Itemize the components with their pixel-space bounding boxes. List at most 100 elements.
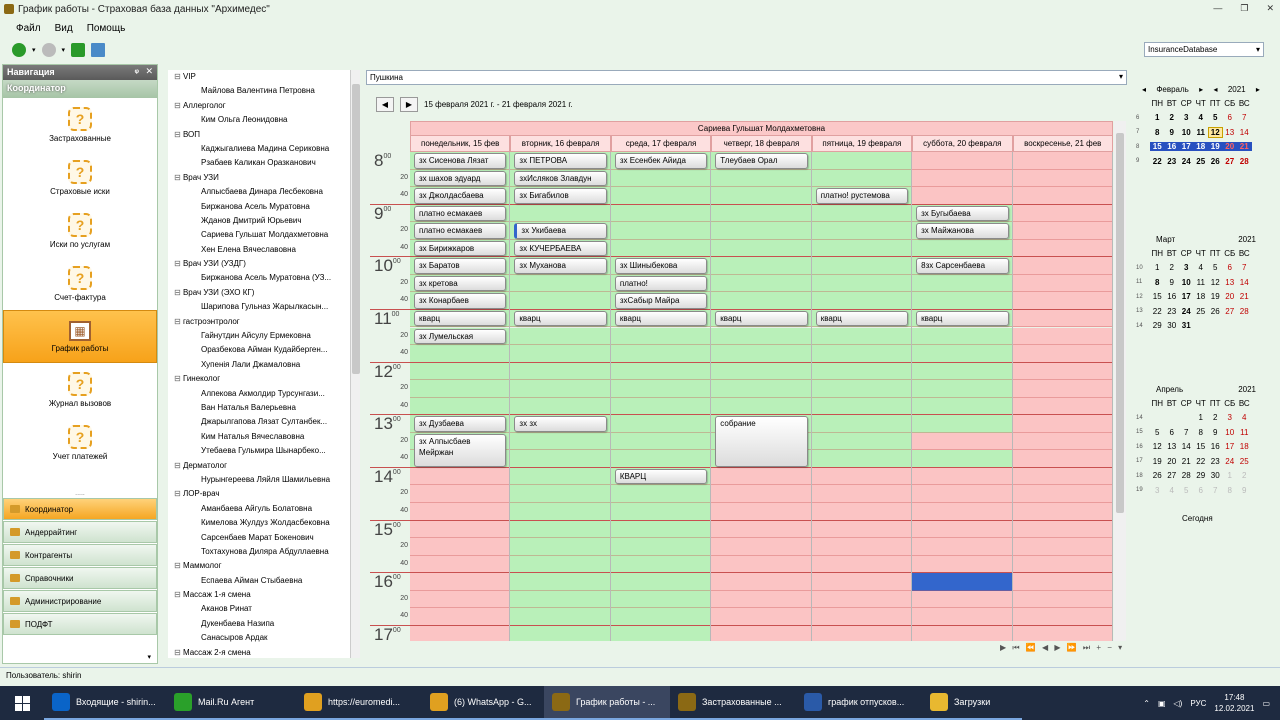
time-slot[interactable] bbox=[510, 608, 610, 626]
time-slot[interactable] bbox=[912, 520, 1012, 539]
tree-doctor[interactable]: Алпекова Акмолдир Турсунгази... bbox=[168, 387, 350, 401]
time-slot[interactable] bbox=[711, 625, 811, 641]
chevron-down-icon[interactable]: ▾ bbox=[147, 653, 151, 661]
time-slot[interactable] bbox=[1012, 169, 1112, 188]
minimize-icon[interactable]: — bbox=[1213, 3, 1222, 14]
time-slot[interactable] bbox=[1012, 467, 1112, 486]
time-slot[interactable] bbox=[711, 467, 811, 486]
time-slot[interactable] bbox=[1012, 573, 1112, 591]
tree-group[interactable]: Дерматолог bbox=[168, 459, 350, 473]
schedule-scrollbar[interactable] bbox=[1114, 121, 1126, 641]
tree-doctor[interactable]: Ким Ольга Леонидовна bbox=[168, 113, 350, 127]
taskbar-app[interactable]: Застрахованные ... bbox=[670, 686, 796, 720]
time-slot[interactable] bbox=[711, 380, 811, 398]
time-slot[interactable] bbox=[912, 625, 1012, 641]
appointment[interactable]: зх Баратов bbox=[414, 258, 507, 274]
time-slot[interactable] bbox=[811, 204, 912, 223]
time-slot[interactable] bbox=[811, 625, 912, 641]
calendar-day[interactable]: 18 bbox=[1193, 142, 1208, 152]
calendar-day[interactable]: 9 bbox=[1165, 278, 1180, 287]
time-slot[interactable] bbox=[1012, 362, 1112, 381]
time-slot[interactable] bbox=[510, 345, 610, 363]
time-slot[interactable] bbox=[912, 503, 1012, 521]
calendar-day[interactable]: 20 bbox=[1222, 142, 1237, 152]
time-slot[interactable] bbox=[510, 625, 610, 641]
calendar-day[interactable]: 1 bbox=[1223, 471, 1238, 480]
calendar-day[interactable]: 10 bbox=[1223, 428, 1238, 437]
time-slot[interactable] bbox=[510, 292, 610, 310]
calendar-day[interactable]: 13 bbox=[1223, 128, 1238, 137]
time-slot[interactable] bbox=[410, 573, 510, 591]
time-slot[interactable] bbox=[410, 397, 510, 416]
calendar-day[interactable]: 27 bbox=[1223, 157, 1238, 166]
appointment[interactable]: зх КУЧЕРБАЕВА bbox=[514, 240, 607, 257]
time-slot[interactable] bbox=[510, 274, 610, 293]
time-slot[interactable] bbox=[610, 327, 711, 346]
appointment[interactable]: зхИсляков Злавдун bbox=[514, 170, 607, 187]
time-slot[interactable] bbox=[711, 274, 811, 293]
time-slot[interactable] bbox=[510, 450, 610, 468]
tree-group[interactable]: Врач УЗИ (УЗДГ) bbox=[168, 257, 350, 271]
tree-doctor[interactable]: Нурынгереева Ляйля Шамильевна bbox=[168, 473, 350, 487]
time-slot[interactable] bbox=[811, 520, 912, 539]
appointment[interactable]: платно! рустемова bbox=[815, 188, 909, 204]
time-slot[interactable] bbox=[912, 415, 1012, 433]
calendar-day[interactable]: 7 bbox=[1237, 113, 1252, 122]
time-slot[interactable] bbox=[711, 538, 811, 556]
calendar-day[interactable]: 31 bbox=[1179, 321, 1194, 330]
prev-week-button[interactable]: ◀ bbox=[376, 96, 394, 112]
calendar-day[interactable]: 6 bbox=[1194, 486, 1209, 495]
time-slot[interactable] bbox=[1012, 432, 1112, 451]
calendar-day[interactable]: 25 bbox=[1237, 457, 1252, 466]
time-slot[interactable] bbox=[510, 362, 610, 381]
time-slot[interactable] bbox=[410, 503, 510, 521]
calendar-day[interactable]: 23 bbox=[1165, 157, 1180, 166]
time-slot[interactable] bbox=[711, 520, 811, 539]
calendar-day[interactable]: 9 bbox=[1237, 486, 1252, 495]
time-slot[interactable] bbox=[410, 485, 510, 503]
schedule-grid[interactable]: зх Сисенова Лязат зх шахов эдуард зх Джолд… bbox=[410, 152, 1113, 641]
tree-doctor[interactable]: Хупенія Лали Джамаловна bbox=[168, 358, 350, 372]
time-slot[interactable] bbox=[510, 573, 610, 591]
time-slot[interactable] bbox=[1012, 625, 1112, 641]
time-slot[interactable] bbox=[610, 555, 711, 574]
time-slot[interactable] bbox=[711, 397, 811, 416]
time-slot[interactable] bbox=[912, 274, 1012, 293]
tree-doctor[interactable]: Биржанова Асель Муратовна bbox=[168, 200, 350, 214]
calendar-day[interactable]: 17 bbox=[1179, 142, 1194, 152]
time-slot[interactable] bbox=[1012, 204, 1112, 223]
language-indicator[interactable]: РУС bbox=[1190, 699, 1206, 708]
tree-doctor[interactable]: Аканов Ринат bbox=[168, 602, 350, 616]
calendar-day[interactable]: 22 bbox=[1150, 157, 1165, 166]
calendar-day[interactable]: 15 bbox=[1194, 442, 1209, 451]
time-slot[interactable] bbox=[1012, 538, 1112, 556]
time-slot[interactable] bbox=[1012, 415, 1112, 433]
database-select[interactable]: InsuranceDatabase ▾ bbox=[1144, 42, 1264, 57]
time-slot[interactable] bbox=[811, 345, 912, 363]
taskbar-app[interactable]: График работы - ... bbox=[544, 686, 670, 720]
calendar-day[interactable]: 25 bbox=[1194, 157, 1209, 166]
calendar-day[interactable]: 25 bbox=[1194, 307, 1209, 316]
time-slot[interactable] bbox=[811, 380, 912, 398]
time-slot[interactable] bbox=[811, 274, 912, 293]
appointment[interactable]: кварц bbox=[815, 310, 909, 327]
calendar-day[interactable]: 13 bbox=[1165, 442, 1180, 451]
appointment[interactable]: зхСабыр Майра bbox=[614, 293, 708, 309]
next-month-icon[interactable]: ▸ bbox=[1199, 85, 1203, 94]
tree-doctor[interactable]: Санасыров Ардак bbox=[168, 631, 350, 645]
taskbar-app[interactable]: Входящие - shirin... bbox=[44, 686, 166, 720]
time-slot[interactable] bbox=[610, 169, 711, 188]
calendar-day[interactable]: 19 bbox=[1150, 457, 1165, 466]
time-slot[interactable] bbox=[610, 239, 711, 258]
time-slot[interactable] bbox=[912, 152, 1012, 170]
tree-group[interactable]: гастроэнтролог bbox=[168, 315, 350, 329]
time-slot[interactable] bbox=[610, 608, 711, 626]
calendar-day[interactable]: 12 bbox=[1150, 442, 1165, 451]
prev-month-icon[interactable]: ◂ bbox=[1142, 85, 1146, 94]
time-slot[interactable] bbox=[711, 222, 811, 240]
calendar-day[interactable]: 14 bbox=[1237, 278, 1252, 287]
time-slot[interactable] bbox=[811, 239, 912, 258]
doctor-filter-select[interactable]: Пушкина ▾ bbox=[366, 70, 1127, 85]
time-slot[interactable] bbox=[510, 538, 610, 556]
window-icon[interactable] bbox=[91, 43, 106, 57]
